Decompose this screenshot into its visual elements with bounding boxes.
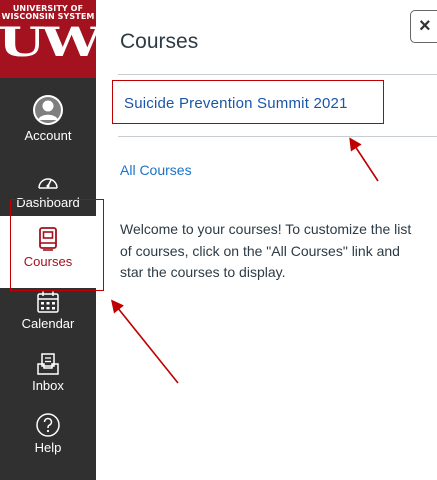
- arrow-to-course-link: [349, 137, 379, 182]
- annotation-arrows: [110, 137, 379, 384]
- arrow-to-courses-nav: [110, 299, 179, 384]
